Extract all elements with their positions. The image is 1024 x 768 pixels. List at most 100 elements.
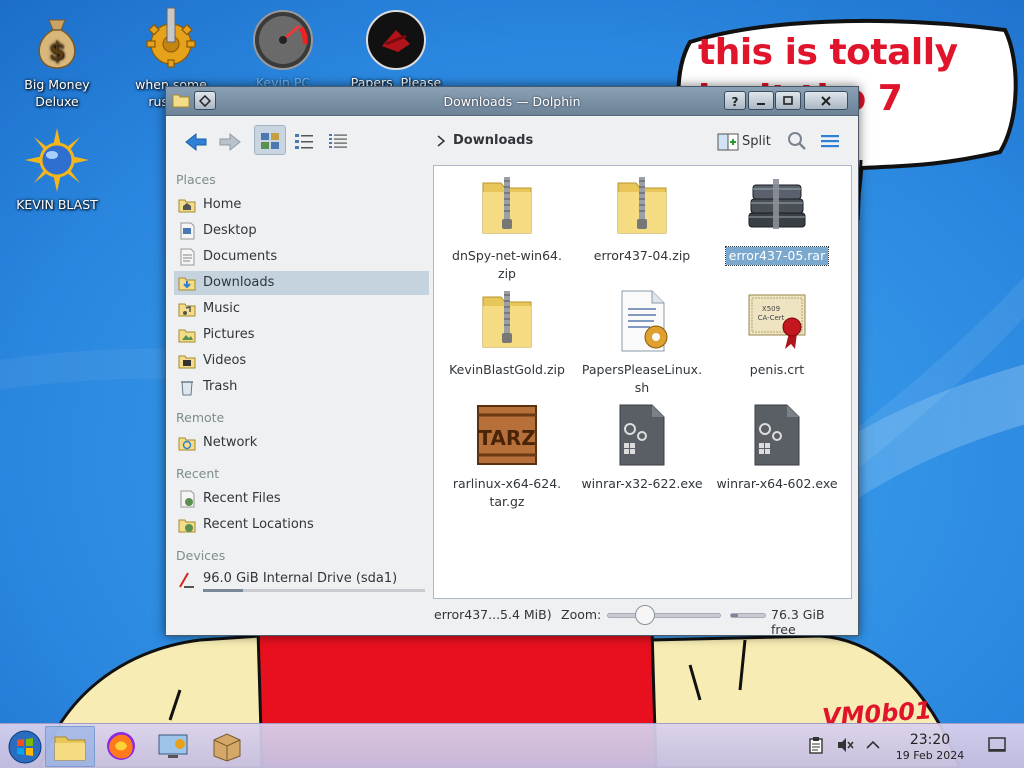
- places-item-recent-locations[interactable]: Recent Locations: [174, 513, 429, 537]
- trash-icon: [181, 381, 193, 396]
- maximize-button[interactable]: [775, 91, 801, 110]
- chevron-up-icon[interactable]: [866, 740, 880, 750]
- package-icon: [213, 733, 241, 762]
- hamburger-icon: [821, 135, 839, 148]
- zip-folder-icon: [482, 291, 532, 348]
- clipboard-icon[interactable]: [808, 736, 824, 754]
- file-item[interactable]: PapersPleaseLinux. sh: [577, 289, 707, 397]
- svg-text:TARZ: TARZ: [478, 426, 535, 450]
- places-item-pictures[interactable]: Pictures: [174, 323, 429, 347]
- file-item[interactable]: TARZ rarlinux-x64-624. tar.gz: [442, 403, 572, 511]
- taskbar-system-settings[interactable]: [148, 726, 198, 767]
- status-bar: error437...5.4 MiB) Zoom: 76.3 GiB free: [433, 602, 853, 637]
- places-item-label: Network: [203, 435, 258, 450]
- search-button[interactable]: [784, 128, 810, 154]
- file-name-line: PapersPleaseLinux.: [581, 362, 703, 377]
- split-label: Split: [742, 134, 771, 149]
- close-button[interactable]: [804, 91, 848, 110]
- places-item-label: Home: [203, 197, 242, 212]
- places-item-internal-drive[interactable]: 96.0 GiB Internal Drive (sda1): [174, 568, 429, 592]
- svg-text:?: ?: [732, 95, 739, 107]
- home-folder-icon: [178, 199, 196, 213]
- maximize-icon: [783, 96, 793, 105]
- compact-view-button[interactable]: [288, 126, 320, 156]
- file-item[interactable]: error437-04.zip: [577, 175, 707, 265]
- places-item-home[interactable]: Home: [174, 193, 429, 217]
- documents-folder-icon: [180, 248, 195, 266]
- hard-drive-icon: [179, 572, 194, 588]
- window-titlebar[interactable]: Downloads — Dolphin ?: [166, 87, 858, 116]
- zip-folder-icon: [617, 177, 667, 234]
- file-name: penis.crt: [749, 362, 805, 377]
- places-item-desktop[interactable]: Desktop: [174, 219, 429, 243]
- back-button[interactable]: [180, 126, 212, 156]
- executable-icon: [619, 404, 665, 466]
- shell-script-icon: [621, 290, 668, 352]
- taskbar: 23:20 19 Feb 2024: [0, 723, 1024, 768]
- taskbar-firefox[interactable]: [96, 726, 146, 767]
- places-item-label: 96.0 GiB Internal Drive (sda1): [203, 571, 398, 586]
- free-space-label: 76.3 GiB free: [771, 607, 825, 637]
- taskbar-dolphin[interactable]: [45, 726, 95, 767]
- certificate-icon: X509 CA-Cert: [748, 294, 806, 349]
- breadcrumb-current[interactable]: Downloads: [453, 133, 533, 148]
- network-folder-icon: [178, 437, 196, 451]
- clock-time[interactable]: 23:20: [896, 732, 964, 748]
- places-item-trash[interactable]: Trash: [174, 375, 429, 399]
- system-settings-icon: [158, 734, 188, 758]
- gear-icon: [146, 7, 196, 68]
- show-desktop-icon[interactable]: [988, 736, 1006, 754]
- places-section-header: Places: [176, 172, 216, 187]
- recent-section-header: Recent: [176, 466, 220, 481]
- file-item[interactable]: winrar-x32-622.exe: [577, 403, 707, 493]
- desktop-icon-big-money-deluxe[interactable]: $ Big Money Deluxe: [2, 10, 112, 110]
- places-item-recent-files[interactable]: Recent Files: [174, 487, 429, 511]
- svg-text:CA-Cert: CA-Cert: [758, 314, 785, 322]
- remote-section-header: Remote: [176, 410, 225, 425]
- split-button[interactable]: Split: [714, 128, 776, 156]
- desktop-icon-kevin-blast[interactable]: KEVIN BLAST: [2, 128, 112, 213]
- places-item-music[interactable]: Music: [174, 297, 429, 321]
- file-item[interactable]: dnSpy-net-win64. zip: [442, 175, 572, 283]
- places-item-label: Documents: [203, 249, 278, 264]
- zoom-slider-track[interactable]: [607, 613, 721, 618]
- file-item[interactable]: winrar-x64-602.exe: [712, 403, 842, 493]
- file-name-line: zip: [498, 266, 516, 281]
- desktop-icon-papers-please[interactable]: Papers, Please: [341, 8, 451, 91]
- help-button[interactable]: ?: [724, 91, 746, 110]
- places-item-network[interactable]: Network: [174, 431, 429, 455]
- file-item[interactable]: X509 CA-Cert penis.crt: [712, 289, 842, 379]
- rar-archive-icon: [748, 179, 806, 229]
- close-icon: [821, 96, 831, 106]
- money-bag-icon: $: [38, 19, 76, 69]
- zoom-slider-handle[interactable]: [635, 605, 656, 625]
- blast-icon: [25, 128, 89, 192]
- places-item-downloads[interactable]: Downloads: [174, 271, 429, 295]
- places-item-label: Trash: [203, 379, 238, 394]
- tarz-archive-icon: TARZ: [477, 405, 537, 465]
- compact-view-icon: [295, 134, 313, 149]
- desktop-icon-label: KEVIN BLAST: [16, 197, 98, 212]
- videos-folder-icon: [178, 355, 196, 369]
- recent-files-icon: [180, 490, 195, 508]
- question-icon: ?: [732, 95, 739, 107]
- clock-date[interactable]: 19 Feb 2024: [886, 749, 974, 762]
- details-view-button[interactable]: [322, 126, 354, 156]
- file-item-selected[interactable]: error437-05.rar: [712, 175, 842, 266]
- file-name: error437-04.zip: [593, 248, 691, 263]
- speaker-muted-icon[interactable]: [836, 736, 854, 754]
- forward-button[interactable]: [214, 126, 246, 156]
- places-item-videos[interactable]: Videos: [174, 349, 429, 373]
- hamburger-menu-button[interactable]: [816, 128, 844, 154]
- taskbar-package-installer[interactable]: [202, 726, 252, 767]
- file-name: PapersPleaseLinux. sh: [579, 361, 705, 397]
- places-item-documents[interactable]: Documents: [174, 245, 429, 269]
- svg-text:$: $: [49, 36, 66, 65]
- file-item[interactable]: KevinBlastGold.zip: [442, 289, 572, 379]
- desktop-icon-label: Big Money Deluxe: [24, 77, 90, 109]
- start-menu-button[interactable]: [0, 726, 50, 767]
- icons-view-button[interactable]: [254, 125, 286, 155]
- details-view-icon: [329, 134, 347, 148]
- minimize-button[interactable]: [748, 91, 774, 110]
- places-item-label: Recent Locations: [203, 517, 314, 532]
